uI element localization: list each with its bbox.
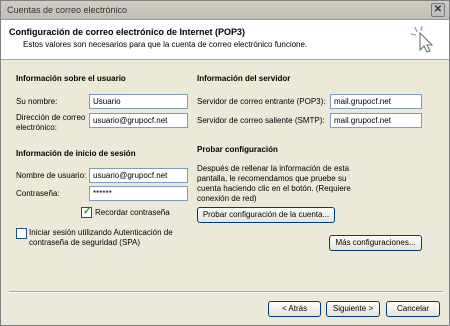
incoming-server-label: Servidor de correo entrante (POP3):	[197, 97, 326, 106]
password-label: Contraseña:	[16, 189, 60, 198]
test-settings-section-title: Probar configuración	[197, 145, 278, 154]
test-account-settings-button[interactable]: Probar configuración de la cuenta...	[197, 207, 335, 223]
test-settings-description: Después de rellenar la información de es…	[197, 164, 351, 203]
mouse-cursor-icon	[410, 25, 434, 53]
remember-password-checkbox[interactable]: ✓	[81, 206, 92, 218]
server-info-section-title: Información del servidor	[197, 74, 291, 83]
email-field[interactable]: usuario@grupocf.net	[89, 113, 188, 128]
cancel-button[interactable]: Cancelar	[386, 301, 440, 317]
back-button[interactable]: < Atrás	[268, 301, 321, 317]
checkmark-icon: ✓	[83, 206, 92, 217]
window-title: Cuentas de correo electrónico	[7, 5, 128, 15]
more-settings-button[interactable]: Más configuraciones...	[329, 235, 422, 251]
remember-password-label: Recordar contraseña	[95, 208, 170, 217]
title-bar[interactable]: Cuentas de correo electrónico ✕	[1, 1, 449, 20]
password-field[interactable]: ******	[89, 186, 188, 201]
close-button[interactable]: ✕	[431, 3, 445, 17]
outgoing-server-label: Servidor de correo saliente (SMTP):	[197, 116, 325, 125]
header-subtitle: Estos valores son necesarios para que la…	[23, 40, 308, 49]
outgoing-server-field[interactable]: mail.grupocf.net	[330, 113, 422, 128]
email-accounts-dialog: Cuentas de correo electrónico ✕ Configur…	[0, 0, 450, 326]
name-field[interactable]: Usuario	[89, 94, 188, 109]
next-button[interactable]: Siguiente >	[326, 301, 380, 317]
name-label: Su nombre:	[16, 97, 58, 106]
logon-info-section-title: Información de inicio de sesión	[16, 149, 136, 158]
footer-divider	[9, 291, 443, 293]
incoming-server-field[interactable]: mail.grupocf.net	[330, 94, 422, 109]
email-label: Dirección de correo electrónico:	[16, 113, 86, 132]
spa-label: Iniciar sesión utilizando Autenticación …	[29, 228, 173, 247]
username-field[interactable]: usuario@grupocf.net	[89, 168, 188, 183]
spa-checkbox[interactable]	[16, 228, 27, 239]
user-info-section-title: Información sobre el usuario	[16, 74, 126, 83]
dialog-header: Configuración de correo electrónico de I…	[1, 20, 449, 60]
header-title: Configuración de correo electrónico de I…	[9, 27, 246, 37]
username-label: Nombre de usuario:	[16, 171, 87, 180]
